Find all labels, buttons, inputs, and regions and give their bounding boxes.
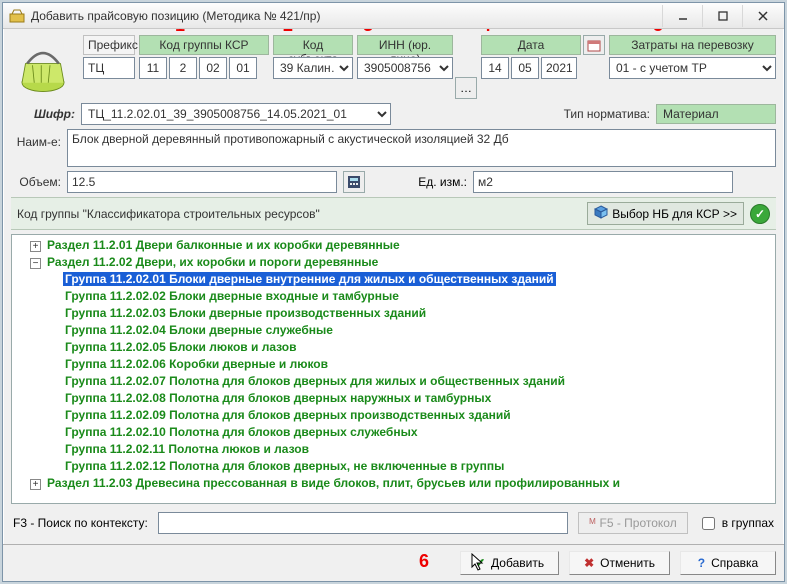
header-prefix: Префикс: [83, 35, 135, 55]
naim-label: Наим-е:: [11, 129, 61, 149]
tree-group[interactable]: Группа 11.2.02.10 Полотна для блоков две…: [48, 424, 775, 441]
tree-section[interactable]: +Раздел 11.2.03 Древесина прессованная в…: [30, 475, 775, 492]
minimize-button[interactable]: [662, 5, 702, 27]
protocol-icon: ᴹ: [589, 516, 595, 530]
volume-label: Объем:: [11, 175, 61, 189]
annotation-6: 6: [419, 551, 429, 572]
in-groups-checkbox[interactable]: в группах: [698, 514, 774, 533]
header-transport: Затраты на перевозку: [609, 35, 776, 55]
maximize-button[interactable]: [702, 5, 742, 27]
header-subject: Код субъекта: [273, 35, 353, 55]
tree-group[interactable]: Группа 11.2.02.08 Полотна для блоков две…: [48, 390, 775, 407]
inn-select[interactable]: 3905008756: [357, 57, 453, 79]
window-title: Добавить прайсовую позицию (Методика № 4…: [31, 9, 656, 23]
tree-group[interactable]: Группа 11.2.02.04 Блоки дверные служебны…: [48, 322, 775, 339]
shifr-label: Шифр:: [11, 107, 75, 121]
tree-group[interactable]: Группа 11.2.02.03 Блоки дверные производ…: [48, 305, 775, 322]
ksr-code-1[interactable]: [139, 57, 167, 79]
search-label: F3 - Поиск по контексту:: [13, 516, 148, 530]
select-nb-button[interactable]: Выбор НБ для КСР >>: [587, 202, 744, 225]
calculator-icon[interactable]: [343, 171, 365, 193]
transport-select[interactable]: 01 - с учетом ТР: [609, 57, 776, 79]
x-icon: ✖: [584, 556, 594, 570]
help-button[interactable]: ? Справка: [680, 551, 776, 575]
shifr-select[interactable]: ТЦ_11.2.02.01_39_3905008756_14.05.2021_0…: [81, 103, 391, 125]
ksr-code-2[interactable]: [169, 57, 197, 79]
tree-group[interactable]: Группа 11.2.02.09 Полотна для блоков две…: [48, 407, 775, 424]
basket-illustration: [11, 35, 75, 99]
app-icon: [9, 8, 25, 24]
cancel-button[interactable]: ✖ Отменить: [569, 551, 670, 575]
ksr-tree[interactable]: +Раздел 11.2.01 Двери балконные и их кор…: [11, 234, 776, 504]
ksr-code-4[interactable]: [229, 57, 257, 79]
tree-group[interactable]: Группа 11.2.02.07 Полотна для блоков две…: [48, 373, 775, 390]
select-nb-label: Выбор НБ для КСР >>: [612, 207, 737, 221]
calendar-icon[interactable]: [583, 35, 605, 55]
titlebar: Добавить прайсовую позицию (Методика № 4…: [3, 3, 784, 29]
tree-section[interactable]: −Раздел 11.2.02 Двери, их коробки и поро…: [30, 254, 775, 475]
header-date: Дата: [481, 35, 581, 55]
volume-input[interactable]: [67, 171, 337, 193]
protocol-button: ᴹ F5 - Протокол: [578, 512, 687, 534]
dialog-window: Добавить прайсовую позицию (Методика № 4…: [2, 2, 785, 582]
subject-select[interactable]: 39 Калин…: [273, 57, 353, 79]
tree-group[interactable]: Группа 11.2.02.02 Блоки дверные входные …: [48, 288, 775, 305]
tree-group[interactable]: Группа 11.2.02.12 Полотна для блоков две…: [48, 458, 775, 475]
header-inn: ИНН (юр. лицо): [357, 35, 453, 55]
ksr-section-title: Код группы "Классификатора строительных …: [17, 207, 581, 221]
edizm-input[interactable]: [473, 171, 733, 193]
ksr-code-3[interactable]: [199, 57, 227, 79]
tree-group[interactable]: Группа 11.2.02.01 Блоки дверные внутренн…: [48, 271, 775, 288]
cube-icon: [594, 205, 608, 222]
ksr-section-header: Код группы "Классификатора строительных …: [11, 197, 776, 230]
add-button[interactable]: ✔ Добавить: [460, 551, 559, 575]
date-month[interactable]: [511, 57, 539, 79]
close-button[interactable]: [742, 5, 782, 27]
header-ksr-group: Код группы КСР: [139, 35, 269, 55]
tip-norm-value: Материал: [656, 104, 776, 124]
collapse-icon[interactable]: −: [30, 258, 41, 269]
context-search-input[interactable]: [158, 512, 569, 534]
tree-group[interactable]: Группа 11.2.02.05 Блоки люков и лазов: [48, 339, 775, 356]
expand-icon[interactable]: +: [30, 479, 41, 490]
question-icon: ?: [698, 556, 705, 570]
edizm-label: Ед. изм.:: [407, 175, 467, 189]
date-year[interactable]: [541, 57, 577, 79]
tree-group[interactable]: Группа 11.2.02.11 Полотна люков и лазов: [48, 441, 775, 458]
inn-browse-button[interactable]: …: [455, 77, 477, 99]
tree-section[interactable]: +Раздел 11.2.01 Двери балконные и их кор…: [30, 237, 775, 254]
date-day[interactable]: [481, 57, 509, 79]
expand-icon[interactable]: +: [30, 241, 41, 252]
tree-group[interactable]: Группа 11.2.02.06 Коробки дверные и люко…: [48, 356, 775, 373]
prefix-input[interactable]: [83, 57, 135, 79]
tip-norm-label: Тип норматива:: [564, 107, 650, 121]
naim-input[interactable]: [67, 129, 776, 167]
dialog-button-bar: 6 ✔ Добавить ✖ Отменить ? Справка: [3, 544, 784, 581]
check-icon: ✔: [475, 556, 485, 570]
apply-check-icon[interactable]: ✓: [750, 204, 770, 224]
